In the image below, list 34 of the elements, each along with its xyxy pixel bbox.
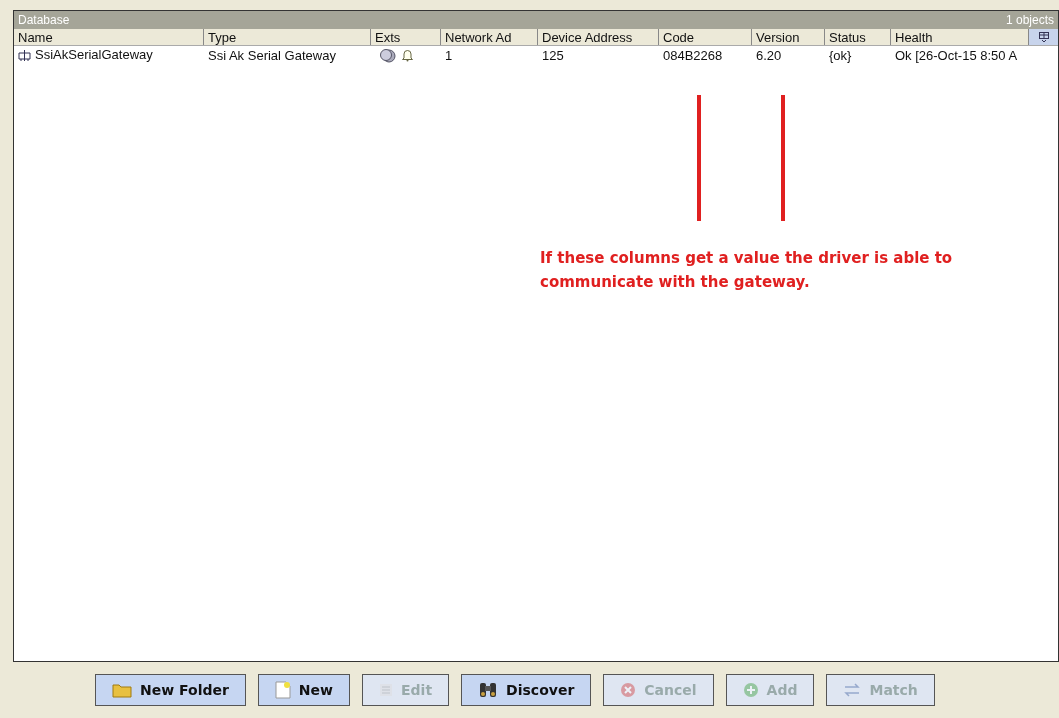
column-chooser-icon[interactable] — [1038, 32, 1049, 42]
column-header[interactable]: Status — [825, 29, 891, 45]
column-header[interactable]: Type — [204, 29, 371, 45]
folder-icon — [112, 682, 132, 698]
toolbar-button[interactable]: New Folder — [95, 674, 246, 706]
table-row[interactable]: SsiAkSerialGateway Ssi Ak Serial Gateway 1 125 084B2268 6.20 {ok} Ok [26-Oct-15 8:50 A — [14, 46, 1058, 64]
table-cell-text: SsiAkSerialGateway — [35, 46, 153, 65]
discs-icon — [379, 47, 397, 63]
bell-icon — [401, 48, 414, 62]
table-cell: Ok [26-Oct-15 8:50 A — [895, 48, 1018, 63]
table-cell: 1 — [445, 48, 453, 63]
swap-arrows-icon — [843, 682, 862, 698]
toolbar-button[interactable]: Discover — [461, 674, 592, 706]
table-cell: 6.20 — [756, 48, 782, 63]
column-header[interactable]: Exts — [371, 29, 441, 45]
toolbar-button[interactable]: New — [257, 674, 350, 706]
column-header[interactable]: Device Address — [538, 29, 659, 45]
column-header[interactable]: Name — [14, 29, 204, 45]
document-icon — [379, 683, 393, 697]
add-icon — [742, 682, 759, 698]
table-cell: Ssi Ak Serial Gateway — [208, 48, 336, 63]
cancel-icon — [620, 682, 637, 698]
column-header[interactable]: Code — [659, 29, 752, 45]
object-count: 1 objects — [1005, 12, 1054, 29]
annotation-text: If these columns get a value the driver is able to communicate with the gateway. — [540, 248, 954, 293]
binoculars-icon — [478, 681, 499, 699]
device-icon — [18, 48, 31, 62]
document-icon — [274, 681, 291, 699]
table-cell: 084B2268 — [663, 48, 723, 63]
table-cell: 125 — [542, 48, 564, 63]
column-header[interactable]: Version — [752, 29, 825, 45]
panel-title: Database — [18, 12, 70, 29]
column-header[interactable]: Network Ad — [441, 29, 538, 45]
table-cell: {ok} — [829, 48, 852, 63]
